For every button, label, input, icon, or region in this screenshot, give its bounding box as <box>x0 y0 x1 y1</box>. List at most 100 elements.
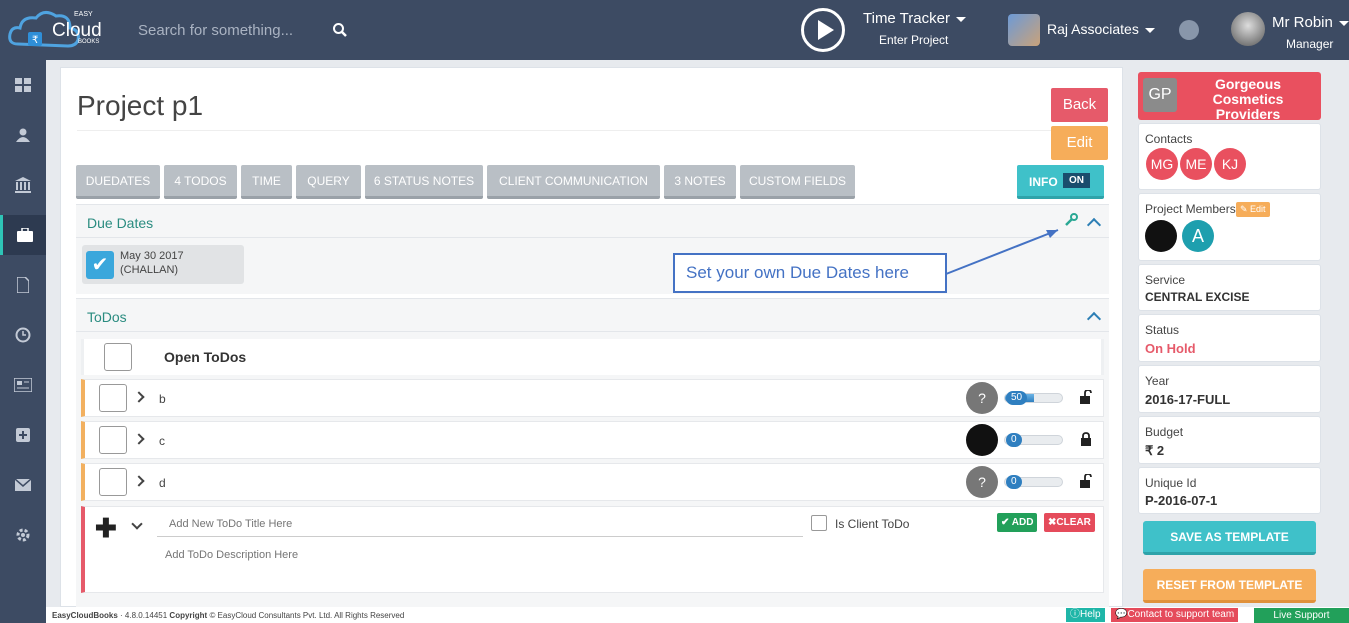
footer-version: · 4.8.0.14451 <box>120 611 168 620</box>
globe-icon[interactable] <box>1179 20 1199 40</box>
sidebar-item-time[interactable] <box>0 315 46 355</box>
user-menu[interactable]: Mr Robin <box>1272 14 1349 31</box>
todo-checkbox[interactable] <box>99 426 127 454</box>
due-date-card[interactable]: ✔ May 30 2017 (CHALLAN) <box>82 245 244 284</box>
client-initials: GP <box>1143 78 1177 112</box>
member-avatar[interactable]: A <box>1182 220 1214 252</box>
status-value: On Hold <box>1145 341 1196 356</box>
progress-value: 50 <box>1006 391 1028 405</box>
check-icon[interactable]: ✔ <box>86 251 114 279</box>
collapse-icon[interactable] <box>1086 311 1102 327</box>
contact-support-button[interactable]: 💬Contact to support team <box>1111 608 1239 622</box>
add-todo-button[interactable]: ✔ ADD <box>997 513 1038 532</box>
svg-text:BOOKS: BOOKS <box>78 39 99 45</box>
search-icon[interactable] <box>332 22 348 38</box>
todo-name[interactable]: b <box>159 392 166 406</box>
plus-square-icon <box>16 428 30 442</box>
contact-avatar[interactable]: KJ <box>1214 148 1246 180</box>
easycloud-books-logo[interactable]: ₹ EASY Cloud BOOKS <box>8 6 123 54</box>
info-toggle-state: ON <box>1063 173 1090 188</box>
lock-icon[interactable] <box>1080 432 1092 446</box>
tab-todos[interactable]: 4 TODOS <box>164 165 237 199</box>
todo-checkbox[interactable] <box>99 384 127 412</box>
new-todo-description-input[interactable] <box>157 545 803 589</box>
back-button[interactable]: Back <box>1051 88 1108 122</box>
user-avatar[interactable] <box>1231 12 1265 46</box>
chevron-down-icon[interactable] <box>131 518 143 530</box>
reset-from-template-button[interactable]: RESET FROM TEMPLATE <box>1143 569 1316 603</box>
svg-text:EASY: EASY <box>74 11 93 18</box>
time-tracker-dropdown[interactable]: Time Tracker <box>863 10 966 27</box>
assignee-avatar[interactable] <box>966 424 998 456</box>
sidebar-item-mail[interactable] <box>0 465 46 505</box>
members-label: Project Members <box>1145 202 1236 216</box>
footer: EasyCloudBooks · 4.8.0.14451 Copyright ©… <box>46 607 1349 623</box>
chevron-right-icon[interactable] <box>133 391 145 403</box>
sidebar-item-users[interactable] <box>0 115 46 155</box>
tab-status-notes[interactable]: 6 STATUS NOTES <box>365 165 483 199</box>
todos-header[interactable]: ToDos <box>76 298 1109 332</box>
client-todo-checkbox[interactable] <box>811 515 827 531</box>
open-todos-label: Open ToDos <box>164 349 247 365</box>
contact-avatar[interactable]: ME <box>1180 148 1212 180</box>
play-timer-icon[interactable] <box>801 8 845 52</box>
save-as-template-button[interactable]: SAVE AS TEMPLATE <box>1143 521 1316 555</box>
clear-todo-button[interactable]: ✖CLEAR <box>1044 513 1095 532</box>
sidebar-item-projects[interactable] <box>0 215 46 255</box>
assignee-unknown-icon[interactable]: ? <box>966 466 998 498</box>
newspaper-icon <box>14 378 32 392</box>
year-label: Year <box>1145 374 1170 388</box>
live-support-button[interactable]: Live Support <box>1254 608 1349 623</box>
search-input[interactable]: Search for something... <box>138 22 293 39</box>
clock-icon <box>15 327 31 343</box>
unlock-icon[interactable] <box>1080 474 1092 488</box>
company-selector[interactable]: Raj Associates <box>1047 21 1155 37</box>
todo-name[interactable]: c <box>159 434 165 448</box>
edit-button[interactable]: Edit <box>1051 126 1108 160</box>
tab-duedates[interactable]: DUEDATES <box>76 165 160 199</box>
tab-query[interactable]: QUERY <box>296 165 361 199</box>
edit-members-button[interactable]: ✎ Edit <box>1236 202 1270 217</box>
svg-text:₹: ₹ <box>32 35 38 46</box>
member-avatar[interactable] <box>1145 220 1177 252</box>
new-todo-title-input[interactable] <box>157 511 803 537</box>
info-toggle[interactable]: INFO ON <box>1017 165 1104 199</box>
plus-icon[interactable]: ✚ <box>95 513 117 544</box>
assignee-unknown-icon[interactable]: ? <box>966 382 998 414</box>
sidebar-item-bank[interactable] <box>0 165 46 205</box>
help-button[interactable]: ⓘHelp <box>1066 608 1105 622</box>
time-tracker-project[interactable]: Enter Project <box>879 33 948 47</box>
sidebar-item-news[interactable] <box>0 365 46 405</box>
unlock-icon[interactable] <box>1080 390 1092 404</box>
sidebar-item-documents[interactable] <box>0 265 46 305</box>
todo-row[interactable]: c 0 <box>81 421 1104 459</box>
todo-row[interactable]: b ? 50 <box>81 379 1104 417</box>
todo-row[interactable]: d ? 0 <box>81 463 1104 501</box>
sidebar-item-settings[interactable] <box>0 515 46 555</box>
client-todo-label: Is Client ToDo <box>835 517 910 531</box>
todo-name[interactable]: d <box>159 476 166 490</box>
budget-value: ₹ 2 <box>1145 443 1165 458</box>
due-date: May 30 2017 <box>120 250 184 262</box>
tab-notes[interactable]: 3 NOTES <box>664 165 736 199</box>
contact-avatar[interactable]: MG <box>1146 148 1178 180</box>
divider <box>77 130 1107 131</box>
sidebar-item-dashboard[interactable] <box>0 65 46 105</box>
bank-icon <box>15 177 31 193</box>
briefcase-icon <box>16 228 33 242</box>
chevron-right-icon[interactable] <box>133 475 145 487</box>
collapse-icon[interactable] <box>1086 217 1102 233</box>
tab-time[interactable]: TIME <box>241 165 292 199</box>
client-header[interactable]: GP Gorgeous Cosmetics Providers <box>1138 72 1321 122</box>
service-card: Service CENTRAL EXCISE <box>1138 264 1321 311</box>
select-all-checkbox[interactable] <box>104 343 132 371</box>
contacts-label: Contacts <box>1145 132 1193 146</box>
tab-client-communication[interactable]: CLIENT COMMUNICATION <box>487 165 660 199</box>
tab-custom-fields[interactable]: CUSTOM FIELDS <box>740 165 855 199</box>
todo-checkbox[interactable] <box>99 468 127 496</box>
unique-id-card: Unique Id P-2016-07-1 <box>1138 467 1321 514</box>
year-value: 2016-17-FULL <box>1145 392 1231 407</box>
chevron-right-icon[interactable] <box>133 433 145 445</box>
client-name[interactable]: Gorgeous Cosmetics Providers <box>1180 77 1316 122</box>
sidebar-item-add[interactable] <box>0 415 46 455</box>
